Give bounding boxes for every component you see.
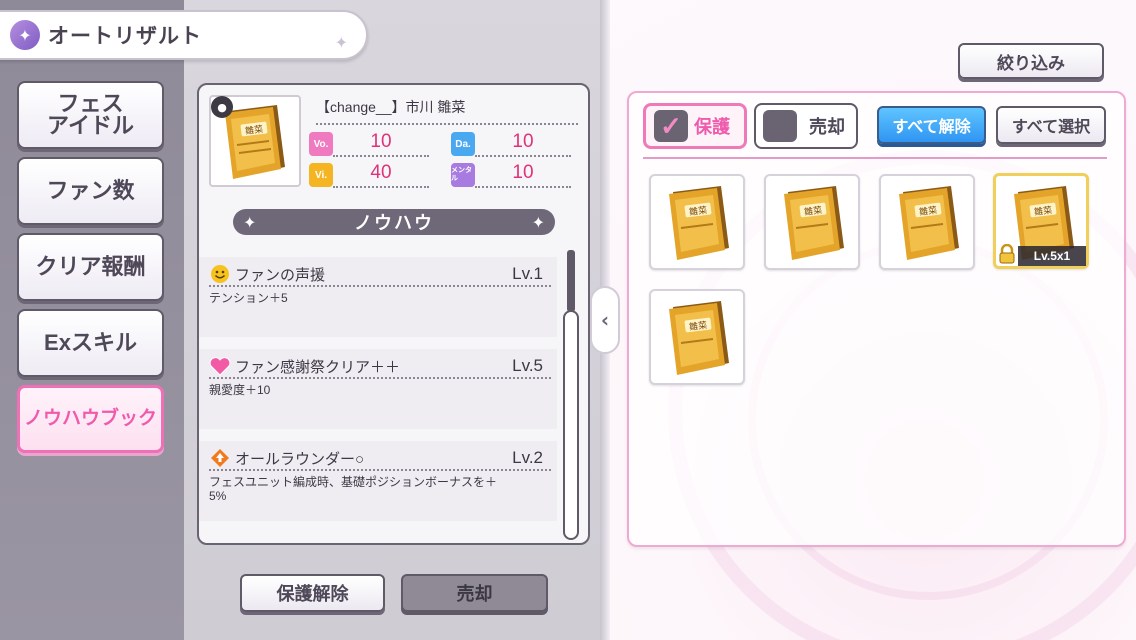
sell-toggle-label: 売却	[809, 117, 845, 137]
filter-button[interactable]: 絞り込み	[958, 43, 1104, 79]
select-all-button[interactable]: すべて選択	[996, 106, 1106, 144]
book-item[interactable]: 雛菜	[879, 174, 975, 270]
sparkle-face-icon: ✦	[10, 20, 40, 50]
skill-name: ファン感謝祭クリア＋＋	[235, 358, 401, 376]
skill-row: オールラウンダー○ Lv.2 フェスユニット編成時、基礎ポジションボーナスを＋5…	[199, 441, 557, 521]
scrollbar-track[interactable]	[563, 310, 579, 540]
sparkle-icon: ✦	[243, 212, 257, 232]
scrollbar-thumb[interactable]	[567, 250, 575, 312]
stat-value: 10	[333, 131, 429, 157]
knowhow-section-header: ✦ ノウハウ ✦	[233, 209, 555, 235]
stat-visual: Vi. 40	[309, 162, 429, 188]
skill-description: テンション＋5	[209, 291, 288, 305]
book-icon: 雛菜	[669, 301, 729, 375]
release-protect-button[interactable]: 保護解除	[240, 574, 385, 612]
heart-icon	[209, 355, 231, 377]
screen-header: ✦ オートリザルト ✦	[0, 10, 368, 60]
book-icon: 雛菜	[669, 186, 729, 260]
skill-level: Lv.1	[512, 264, 543, 283]
clear-all-button[interactable]: すべて解除	[877, 106, 986, 144]
tab-knowhow-book[interactable]: ノウハウブック	[17, 385, 164, 453]
book-item-selected[interactable]: 雛菜 Lv.5x1	[993, 173, 1089, 269]
vocal-icon: Vo.	[309, 132, 333, 156]
checkbox-empty-icon	[763, 110, 797, 142]
stat-vocal: Vo. 10	[309, 131, 429, 157]
sell-toggle[interactable]: 売却	[754, 103, 858, 149]
sparkle-icon: ✦	[531, 212, 545, 232]
arrow-up-diamond-icon	[209, 447, 231, 469]
tab-ex-skill[interactable]: Exスキル	[17, 309, 164, 377]
smile-icon	[209, 263, 231, 285]
skill-name: ファンの声援	[235, 266, 326, 284]
book-icon: 雛菜	[899, 186, 959, 260]
skill-description: 親愛度＋10	[209, 383, 271, 397]
sell-button[interactable]: 売却	[401, 574, 548, 612]
book-item[interactable]: 雛菜	[649, 289, 745, 385]
tab-label: ノウハウブック	[23, 408, 157, 429]
stat-value: 10	[475, 162, 571, 188]
tab-clear-reward[interactable]: クリア報酬	[17, 233, 164, 301]
section-title: ノウハウ	[354, 213, 434, 233]
stat-value: 10	[475, 131, 571, 157]
skill-description: フェスユニット編成時、基礎ポジションボーナスを＋5%	[209, 475, 498, 503]
tab-label: Exスキル	[44, 330, 137, 355]
tab-label-line1: フェス	[57, 91, 124, 116]
knowhow-detail-card: ● 雛菜 【change__】市川 雛菜 Vo. 10 Da. 10 Vi. 4…	[197, 83, 590, 545]
protect-toggle-label: 保護	[694, 117, 730, 137]
bomb-icon: ●	[211, 96, 233, 118]
tab-label: クリア報酬	[35, 254, 146, 279]
book-icon: 雛菜	[784, 186, 844, 260]
book-item[interactable]: 雛菜	[649, 174, 745, 270]
dance-icon: Da.	[451, 132, 475, 156]
tab-fes-idol[interactable]: フェス アイドル	[17, 81, 164, 149]
lock-icon	[998, 244, 1016, 264]
skill-level: Lv.2	[512, 448, 543, 467]
protect-toggle[interactable]: ✓ 保護	[643, 103, 747, 149]
sparkle-icon: ✦	[334, 33, 348, 52]
visual-icon: Vi.	[309, 163, 333, 187]
mental-icon: メンタル	[451, 163, 475, 187]
tab-label: ファン数	[46, 178, 135, 203]
stat-value: 40	[333, 162, 429, 188]
skill-name: オールラウンダー○	[235, 450, 365, 468]
skill-row: ファン感謝祭クリア＋＋ Lv.5 親愛度＋10	[199, 349, 557, 429]
book-item[interactable]: 雛菜	[764, 174, 860, 270]
page-title: オートリザルト	[48, 25, 202, 48]
checkmark-icon: ✓	[654, 110, 688, 142]
chevron-left-icon[interactable]: ‹	[590, 286, 620, 354]
skill-row: ファンの声援 Lv.1 テンション＋5	[199, 257, 557, 337]
tab-fan-count[interactable]: ファン数	[17, 157, 164, 225]
stat-mental: メンタル 10	[451, 162, 571, 188]
skill-level: Lv.5	[512, 356, 543, 375]
divider	[643, 157, 1107, 159]
stat-dance: Da. 10	[451, 131, 571, 157]
tab-label-line2: アイドル	[47, 113, 134, 138]
idol-card-name: 【change__】市川 雛菜	[316, 97, 578, 125]
item-level-badge: Lv.5x1	[1018, 246, 1086, 266]
